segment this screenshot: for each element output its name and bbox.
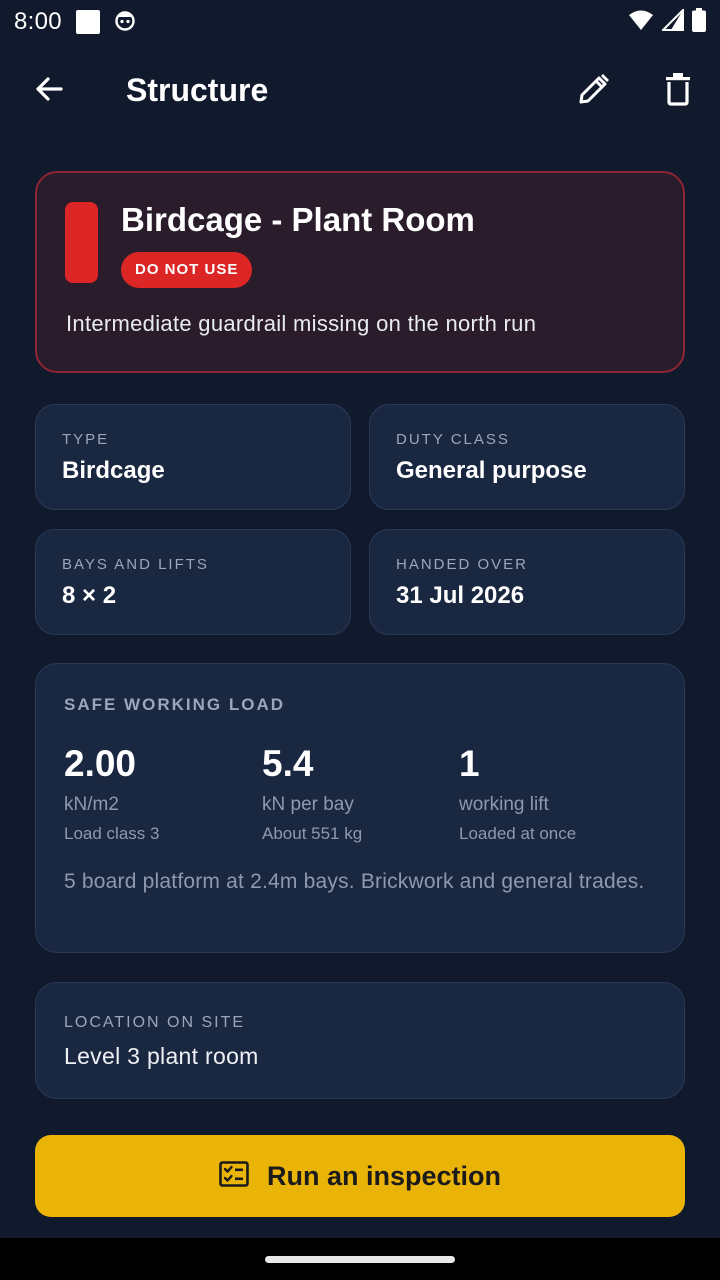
- pencil-icon: [577, 72, 611, 111]
- trash-icon: [664, 72, 692, 111]
- section-label: SAFE WORKING LOAD: [64, 695, 285, 714]
- status-badge: DO NOT USE: [121, 252, 253, 288]
- app-bar: Structure: [0, 48, 720, 136]
- location-value: Level 3 plant room: [64, 1043, 259, 1069]
- load-description: 5 board platform at 2.4m bays. Brickwork…: [64, 870, 645, 893]
- status-time: 8:00: [14, 8, 62, 35]
- back-button[interactable]: [25, 67, 73, 115]
- home-gesture-handle[interactable]: [265, 1256, 455, 1263]
- edit-button[interactable]: [570, 67, 618, 115]
- metric-sub: Load class 3: [64, 824, 160, 843]
- metric-sub: Loaded at once: [459, 824, 577, 843]
- detail-tile-type: TYPE Birdcage: [35, 404, 351, 510]
- system-navigation-bar: [0, 1238, 720, 1280]
- battery-icon: [692, 7, 706, 37]
- notification-icon: [75, 10, 100, 34]
- detail-label: TYPE: [62, 431, 110, 448]
- metric-working-lifts: 1 working lift Loaded at once: [459, 742, 649, 844]
- delete-button[interactable]: [654, 67, 702, 115]
- page-title: Structure: [126, 72, 269, 108]
- metric-sub: About 551 kg: [262, 824, 363, 843]
- status-message: Intermediate guardrail missing on the no…: [66, 311, 537, 336]
- run-inspection-label: Run an inspection: [266, 1160, 501, 1191]
- status-bar: 8:00: [0, 0, 720, 44]
- location-card: LOCATION ON SITE Level 3 plant room: [35, 982, 685, 1099]
- metric-unit: working lift: [459, 794, 549, 815]
- wifi-icon: [628, 9, 654, 36]
- metric-load-per-area: 2.00 kN/m2 Load class 3: [64, 742, 254, 844]
- arrow-left-icon: [33, 73, 65, 110]
- detail-value: Birdcage: [62, 457, 165, 484]
- run-inspection-button[interactable]: Run an inspection: [35, 1135, 685, 1217]
- metric-load-per-bay: 5.4 kN per bay About 551 kg: [262, 742, 452, 844]
- detail-value: General purpose: [396, 457, 587, 484]
- metric-value: 5.4: [262, 743, 314, 784]
- detail-tile-bays-and-lifts: BAYS AND LIFTS 8 × 2: [35, 529, 351, 635]
- structure-name: Birdcage - Plant Room: [121, 201, 475, 238]
- safe-working-load-card: SAFE WORKING LOAD 2.00 kN/m2 Load class …: [35, 663, 685, 953]
- metric-unit: kN/m2: [64, 794, 119, 815]
- metric-value: 1: [459, 743, 480, 784]
- detail-label: HANDED OVER: [396, 556, 529, 573]
- metric-value: 2.00: [64, 743, 137, 784]
- status-alert-card: Birdcage - Plant Room DO NOT USE Interme…: [35, 171, 685, 373]
- checklist-icon: [219, 1160, 249, 1192]
- section-label: LOCATION ON SITE: [64, 1014, 246, 1031]
- cell-signal-icon: [660, 7, 684, 36]
- detail-label: DUTY CLASS: [396, 431, 510, 448]
- detail-value: 8 × 2: [62, 582, 117, 609]
- detail-value: 31 Jul 2026: [396, 582, 525, 609]
- metric-unit: kN per bay: [262, 794, 354, 815]
- detail-tile-duty-class: DUTY CLASS General purpose: [369, 404, 685, 510]
- face-notification-icon: [114, 9, 136, 36]
- detail-label: BAYS AND LIFTS: [62, 556, 209, 573]
- detail-tile-handed-over: HANDED OVER 31 Jul 2026: [369, 529, 685, 635]
- structure-screen: 8:00 Structure Birdcage - Plant Room DO …: [0, 0, 720, 1280]
- status-indicator: [65, 202, 98, 283]
